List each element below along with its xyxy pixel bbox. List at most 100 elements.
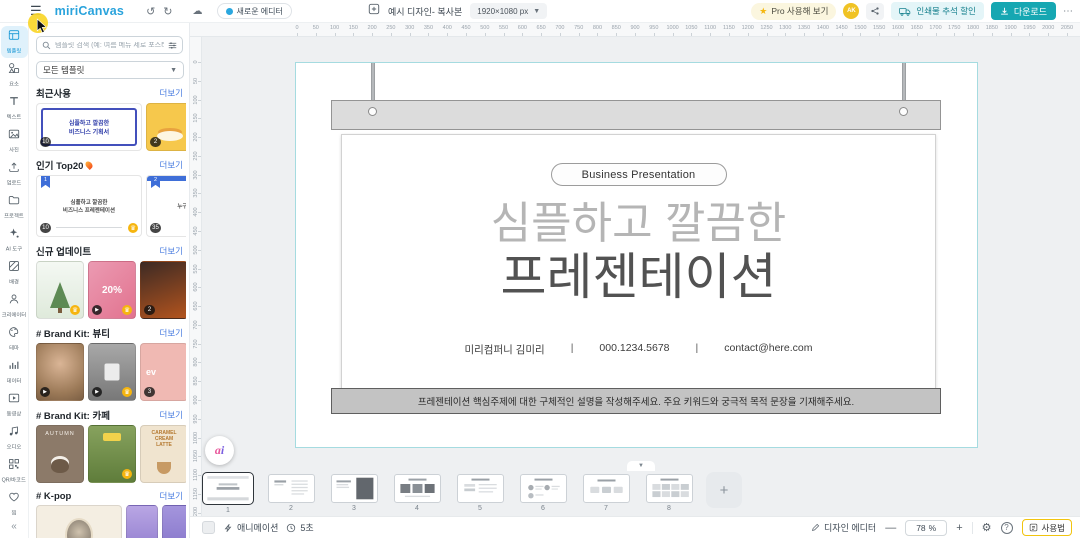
template-thumbnail-latte[interactable]: CARAMEL CREAM LATTE	[140, 425, 186, 483]
download-button[interactable]: 다운로드	[990, 2, 1056, 20]
sidebar-item-theme[interactable]: 테마	[1, 323, 28, 355]
share-button[interactable]	[866, 2, 885, 20]
template-thumbnail-cake-yellow[interactable]: 2	[146, 103, 186, 151]
template-thumbnail-purple-idol[interactable]: ▶♛	[126, 505, 158, 538]
print-promo-button[interactable]: 인쇄물 추석 할인	[891, 2, 984, 20]
template-thumbnail-ppt-plain2[interactable]: 누구나 쉽게 만드는235	[146, 175, 186, 237]
hanging-rope-right[interactable]	[902, 63, 906, 103]
sidebar-item-video[interactable]: 동영상	[1, 389, 28, 421]
sidebar-item-data[interactable]: 데이터	[1, 356, 28, 388]
template-thumbnail-purple-idol2[interactable]: 2	[162, 505, 186, 538]
see-more-link[interactable]: 더보기	[160, 87, 183, 99]
sidebar-item-audio[interactable]: 오디오	[1, 422, 28, 454]
cloud-save-icon[interactable]: ☁	[193, 6, 203, 17]
template-thumbnail-matcha[interactable]: ♛	[88, 425, 136, 483]
template-thumbnail-ev-pink[interactable]: ev 3	[140, 343, 186, 401]
sidebar-item-upload[interactable]: 업로드	[1, 158, 28, 190]
see-more-link[interactable]: 더보기	[160, 245, 183, 257]
sidebar-item-favorite[interactable]: 찜	[1, 488, 28, 520]
collapse-panel-icon[interactable]: «	[11, 521, 17, 532]
page-thumbnail-preview[interactable]	[519, 474, 567, 503]
see-more-link[interactable]: 더보기	[160, 327, 183, 339]
page-thumbnail-7[interactable]: 7	[580, 472, 632, 512]
sidebar-item-background[interactable]: 배경	[1, 257, 28, 289]
hanging-rope-left[interactable]	[371, 63, 375, 103]
see-more-link[interactable]: 더보기	[160, 159, 183, 171]
sidebar-item-photo[interactable]: 사진	[1, 125, 28, 157]
slide-title-line2[interactable]: 프레젠테이션	[342, 250, 935, 304]
template-search[interactable]	[36, 36, 183, 54]
new-editor-badge[interactable]: 새로운 에디터	[216, 3, 292, 19]
company-name[interactable]: 미리컴퍼니 김미리	[464, 342, 544, 357]
contact-row[interactable]: 미리컴퍼니 김미리 | 000.1234.5678 | contact@here…	[342, 342, 935, 357]
download-icon	[1001, 7, 1008, 15]
settings-gear-icon[interactable]: ⚙	[982, 521, 992, 534]
avatar[interactable]: AK	[843, 3, 860, 19]
sidebar-item-project[interactable]: 프로젝트	[1, 191, 28, 223]
template-thumbnail-autumn[interactable]: AUTUMN	[36, 425, 84, 483]
template-thumbnail-ppt-blue[interactable]: 심플하고 깔끔한 비즈니스 기획서 10	[36, 103, 142, 151]
new-design-icon[interactable]	[368, 2, 380, 20]
template-thumbnail-dark-promo[interactable]: 2	[140, 261, 186, 319]
select-all-checkbox[interactable]	[202, 521, 215, 534]
zoom-in-icon[interactable]: +	[956, 522, 962, 534]
page-thumbnail-preview[interactable]	[645, 474, 693, 503]
canvas-area[interactable]: 0 50 100 150 200 250 300 350 400 450 500 550 600 650 7…	[190, 23, 1080, 538]
howto-button[interactable]: 사용법	[1021, 519, 1072, 536]
page-thumbnail-4[interactable]: 4	[391, 472, 443, 512]
try-pro-button[interactable]: ★ Pro 사용해 보기	[751, 2, 837, 20]
sidebar-item-ai-tools[interactable]: AI 도구	[1, 224, 28, 256]
add-page-button[interactable]: +	[706, 472, 742, 508]
template-filter-dropdown[interactable]: 모든 템플릿 ▼	[36, 61, 184, 79]
page-thumbnail-preview[interactable]	[393, 474, 441, 503]
template-thumbnail-xmas[interactable]: ♛	[36, 261, 84, 319]
zoom-out-icon[interactable]: —	[885, 522, 896, 534]
sidebar-item-qrcode[interactable]: QR/바코드	[1, 455, 28, 487]
slide-footer-note[interactable]: 프레젠테이션 핵심주제에 대한 구체적인 설명을 작성해주세요. 주요 키워드와…	[331, 388, 941, 414]
zoom-level[interactable]: 78 %	[905, 519, 948, 536]
search-input[interactable]	[55, 41, 164, 49]
ai-assistant-button[interactable]: ai	[205, 436, 234, 465]
redo-icon[interactable]: ↻	[163, 5, 172, 18]
title-card[interactable]: Business Presentation 심플하고 깔끔한 프레젠테이션 미리…	[341, 134, 936, 389]
template-thumbnail-face[interactable]: ▶	[36, 343, 84, 401]
canvas-size-dropdown[interactable]: 1920×1080 px ▼	[470, 3, 548, 19]
template-thumbnail-ppt-plain[interactable]: 심플하고 깔끔한 비즈니스 프레젠테이션 1 10 ♛	[36, 175, 142, 237]
page-thumbnail-8[interactable]: 8	[643, 472, 695, 512]
more-options-icon[interactable]: ⋯	[1063, 6, 1074, 17]
page-thumbnail-5[interactable]: 5	[454, 472, 506, 512]
duration-button[interactable]: 5초	[286, 521, 314, 534]
tagline-pill[interactable]: Business Presentation	[550, 163, 727, 186]
board-ring-right[interactable]	[899, 107, 908, 116]
page-thumbnail-preview[interactable]	[456, 474, 504, 503]
phone-number[interactable]: 000.1234.5678	[599, 342, 669, 357]
page-thumbnail-2[interactable]: 2	[265, 472, 317, 512]
hanging-board[interactable]	[331, 100, 941, 130]
animation-button[interactable]: 애니메이션	[223, 521, 278, 534]
email-address[interactable]: contact@here.com	[724, 342, 812, 357]
sidebar-item-text[interactable]: 텍스트	[1, 92, 28, 124]
sidebar-item-elements[interactable]: 요소	[1, 59, 28, 91]
sidebar-item-creator[interactable]: 크리에이터	[1, 290, 28, 322]
page-thumbnail-preview[interactable]	[582, 474, 630, 503]
page-thumbnail-preview[interactable]	[202, 472, 254, 505]
board-ring-left[interactable]	[368, 107, 377, 116]
template-thumbnail-sale20[interactable]: 20% ▶ ♛	[88, 261, 136, 319]
slide-title-line1[interactable]: 심플하고 깔끔한	[342, 200, 935, 248]
page-thumbnail-preview[interactable]	[267, 474, 315, 503]
undo-icon[interactable]: ↺	[146, 5, 155, 18]
template-thumbnail-product[interactable]: ▶ ♛	[88, 343, 136, 401]
see-more-link[interactable]: 더보기	[160, 490, 183, 502]
editor-mode-button[interactable]: 디자인 에디터	[811, 521, 876, 534]
sidebar-item-template[interactable]: 템플릿	[0, 26, 28, 58]
help-icon[interactable]: ?	[1000, 521, 1013, 534]
page-thumbnail-preview[interactable]	[330, 474, 378, 503]
page-thumbnail-6[interactable]: 6	[517, 472, 569, 512]
template-thumbnail-leemiri[interactable]: LEE MIRI2	[36, 505, 122, 538]
slide-page[interactable]: Business Presentation 심플하고 깔끔한 프레젠테이션 미리…	[295, 62, 978, 448]
document-title[interactable]: 예시 디자인- 복사본	[388, 5, 462, 18]
page-thumbnail-3[interactable]: 3	[328, 472, 380, 512]
pagestrip-collapse-icon[interactable]: ▼	[627, 461, 655, 471]
see-more-link[interactable]: 더보기	[160, 409, 183, 421]
page-thumbnail-1[interactable]: 1	[202, 472, 254, 514]
